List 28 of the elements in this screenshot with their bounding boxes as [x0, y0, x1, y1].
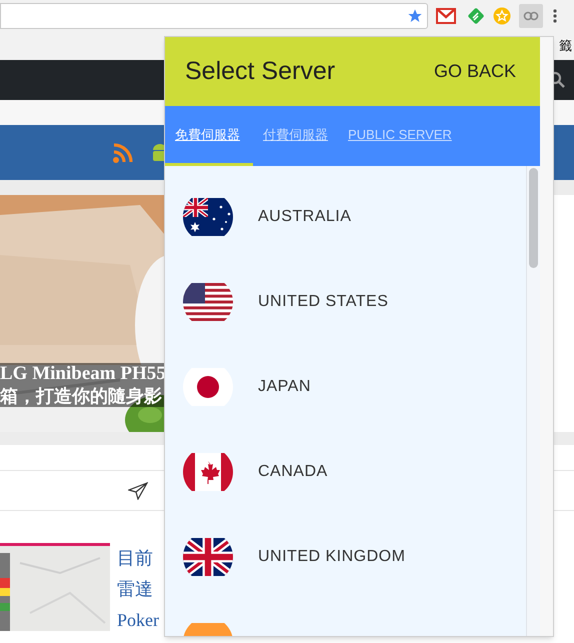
article-link[interactable]: Poker	[117, 605, 159, 636]
photo-caption: 箱，打造你的隨身影	[0, 385, 163, 407]
popup-title: Select Server	[185, 56, 336, 87]
star-badge-icon[interactable]	[493, 7, 511, 25]
server-name[interactable]: UNITED STATES	[258, 290, 388, 314]
us-flag-icon	[183, 282, 233, 320]
server-name[interactable]: JAPAN	[258, 374, 311, 398]
photo-caption: LG Minibeam PH55	[0, 363, 165, 385]
menu-icon[interactable]	[553, 9, 557, 23]
bookmark-label[interactable]: 籤	[559, 36, 572, 56]
canada-flag-icon	[183, 452, 233, 490]
scrollbar-thumb[interactable]	[529, 168, 538, 268]
australia-flag-icon	[183, 198, 233, 236]
extension-button[interactable]	[519, 4, 543, 28]
article-link[interactable]: 目前	[117, 543, 159, 574]
paper-plane-icon	[128, 482, 148, 500]
rss-icon[interactable]	[113, 142, 133, 162]
server-name[interactable]: CANADA	[258, 460, 328, 484]
star-icon[interactable]	[407, 8, 423, 24]
server-name[interactable]: UNITED KINGDOM	[258, 544, 406, 568]
japan-flag-icon	[183, 368, 233, 406]
uk-flag-icon	[183, 538, 233, 576]
go-back-link[interactable]: GO BACK	[434, 58, 516, 85]
link-icon	[523, 9, 539, 23]
article-link[interactable]: 雷達	[117, 574, 159, 605]
server-name[interactable]: AUSTRALIA	[258, 204, 352, 228]
mail-icon[interactable]	[436, 8, 456, 24]
address-bar[interactable]	[0, 3, 428, 29]
